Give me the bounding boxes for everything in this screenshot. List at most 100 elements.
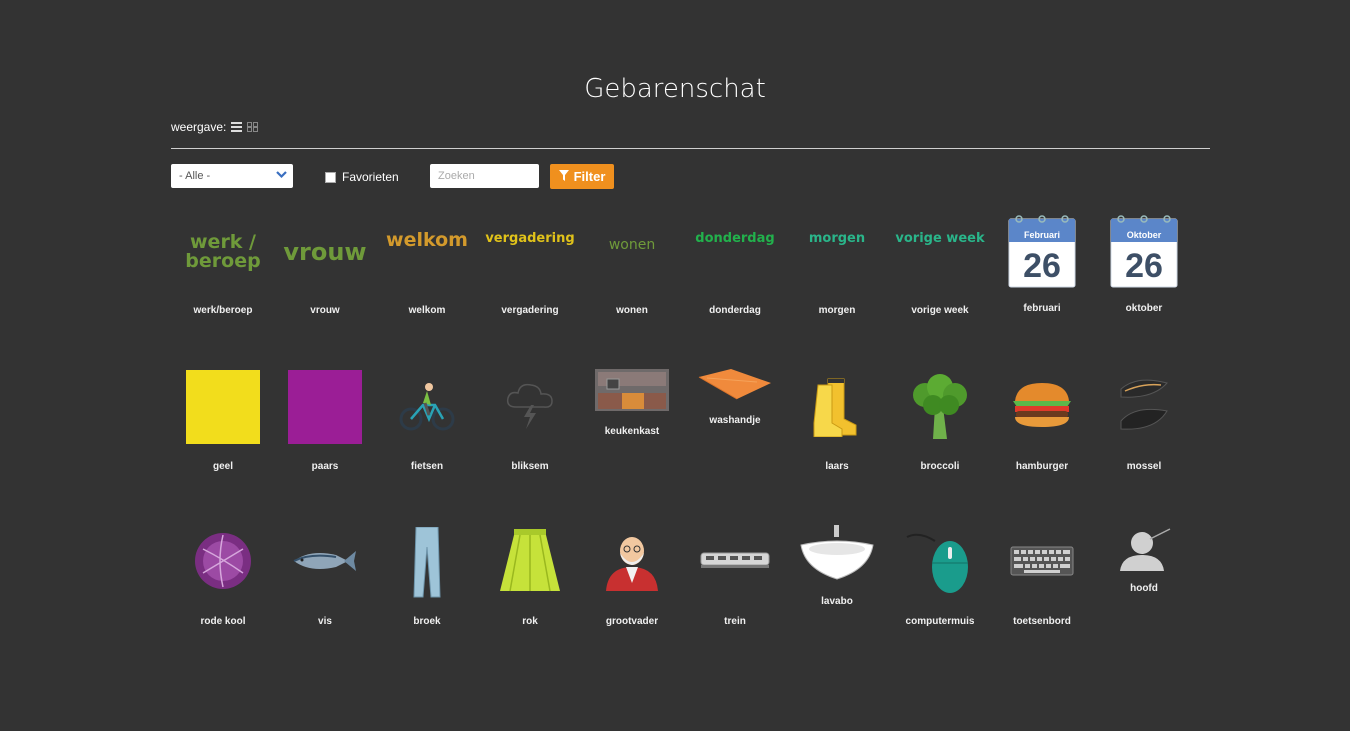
sign-item-broccoli[interactable]: broccoli [892, 369, 988, 474]
hamburger-icon [1013, 383, 1071, 427]
item-label: rok [522, 616, 538, 627]
item-label: paars [311, 461, 339, 472]
sign-item-oktober[interactable]: Oktober 26 oktober [1096, 213, 1192, 318]
calendar-icon: Februari 26 [1008, 215, 1076, 288]
fish-icon [293, 551, 356, 571]
item-label: vis [318, 616, 332, 627]
purple-swatch [288, 370, 362, 444]
item-label: grootvader [605, 616, 659, 627]
item-label: trein [724, 616, 746, 627]
red-cabbage-icon [195, 533, 251, 589]
item-label: vrouw [310, 305, 340, 316]
sign-item-vergadering[interactable]: vergadering vergadering [482, 215, 578, 320]
sign-item-hamburger[interactable]: hamburger [994, 369, 1090, 474]
word-image: welkom [386, 229, 468, 251]
calendar-icon: Oktober 26 [1110, 215, 1178, 288]
view-toggle: weergave: [171, 120, 259, 134]
item-label: oktober [1125, 303, 1163, 314]
sign-item-vorige-week[interactable]: vorige week vorige week [892, 215, 988, 320]
favorites-checkbox[interactable] [325, 171, 336, 183]
sign-item-grootvader[interactable]: grootvader [584, 525, 680, 630]
washcloth-icon [698, 369, 771, 400]
sign-item-toetsenbord[interactable]: toetsenbord [994, 525, 1090, 630]
item-label: donderdag [709, 305, 761, 316]
word-image: vrouw [283, 238, 367, 266]
item-label: computermuis [905, 616, 975, 627]
calendar-month: Oktober [1127, 230, 1162, 240]
sign-item-mossel[interactable]: mossel [1096, 369, 1192, 474]
sign-item-donderdag[interactable]: donderdag donderdag [687, 215, 783, 320]
item-label: fietsen [410, 461, 444, 472]
sign-item-broek[interactable]: broek [379, 525, 475, 630]
sign-item-hoofd[interactable]: hoofd [1096, 525, 1192, 600]
item-label: keukenkast [604, 426, 660, 437]
sign-item-fietsen[interactable]: fietsen [379, 369, 475, 474]
sign-item-welkom[interactable]: welkom welkom [379, 215, 475, 320]
search-input[interactable] [430, 164, 539, 188]
item-label: morgen [818, 305, 856, 316]
item-label: geel [212, 461, 233, 472]
item-label: februari [1023, 303, 1061, 314]
kitchen-cabinet-icon [595, 369, 669, 411]
item-label: vergadering [501, 305, 559, 316]
word-image: vorige week [895, 231, 985, 246]
head-icon [1120, 528, 1171, 571]
favorites-filter: Favorieten [325, 170, 399, 184]
calendar-month: Februari [1024, 230, 1060, 240]
category-select-value: - Alle - [179, 170, 211, 182]
sign-item-rode-kool[interactable]: rode kool [175, 525, 271, 630]
sign-item-washandje[interactable]: washandje [687, 369, 783, 449]
item-label: rode kool [200, 616, 246, 627]
sign-item-werk-beroep[interactable]: werk / beroep werk/beroep [175, 215, 271, 320]
grandfather-icon [606, 537, 658, 591]
item-label: bliksem [511, 461, 549, 472]
mussel-icon [1120, 379, 1168, 430]
item-label: lavabo [821, 596, 853, 607]
list-view-icon[interactable] [231, 122, 243, 132]
sign-item-trein[interactable]: trein [687, 525, 783, 630]
view-label: weergave: [171, 120, 227, 134]
item-label: mossel [1126, 461, 1162, 472]
train-icon [700, 552, 770, 568]
item-label: vorige week [911, 305, 969, 316]
item-label: hamburger [1015, 461, 1069, 472]
sign-item-paars[interactable]: paars [277, 369, 373, 474]
sign-item-februari[interactable]: Februari 26 februari [994, 213, 1090, 318]
item-label: hoofd [1130, 583, 1158, 594]
sign-item-morgen[interactable]: morgen morgen [789, 215, 885, 320]
filter-button-label: Filter [573, 169, 606, 184]
sign-item-wonen[interactable]: wonen wonen [584, 215, 680, 320]
sign-item-keukenkast[interactable]: keukenkast [584, 369, 680, 449]
calendar-day: 26 [1023, 247, 1061, 285]
page-title: Gebarenschat [584, 74, 766, 104]
item-label: washandje [709, 415, 761, 426]
sign-item-vrouw[interactable]: vrouw vrouw [277, 215, 373, 320]
sign-item-lavabo[interactable]: lavabo [789, 525, 885, 610]
keyboard-icon [1010, 546, 1074, 576]
chevron-down-icon [276, 169, 287, 182]
cyclist-icon [399, 383, 455, 431]
item-label: wonen [616, 305, 648, 316]
item-label: werk/beroep [193, 305, 253, 316]
boots-icon [813, 378, 857, 437]
sink-icon [800, 525, 874, 580]
sign-item-vis[interactable]: vis [277, 525, 373, 630]
computer-mouse-icon [906, 533, 968, 593]
item-label: welkom [408, 305, 446, 316]
word-image: donderdag [695, 231, 775, 246]
item-label: toetsenbord [1013, 616, 1071, 627]
category-select[interactable]: - Alle - [171, 164, 293, 188]
sign-item-geel[interactable]: geel [175, 369, 271, 474]
filter-button[interactable]: Filter [550, 164, 614, 189]
sign-item-computermuis[interactable]: computermuis [892, 525, 988, 630]
funnel-icon [558, 169, 569, 184]
word-image: wonen [608, 237, 656, 253]
sign-item-bliksem[interactable]: bliksem [482, 369, 578, 474]
sign-item-rok[interactable]: rok [482, 525, 578, 630]
skirt-icon [500, 529, 560, 592]
sign-item-laars[interactable]: laars [789, 369, 885, 474]
header-divider [171, 148, 1210, 149]
grid-view-icon[interactable] [247, 122, 259, 132]
word-image: morgen [808, 231, 866, 246]
trousers-icon [413, 527, 441, 598]
